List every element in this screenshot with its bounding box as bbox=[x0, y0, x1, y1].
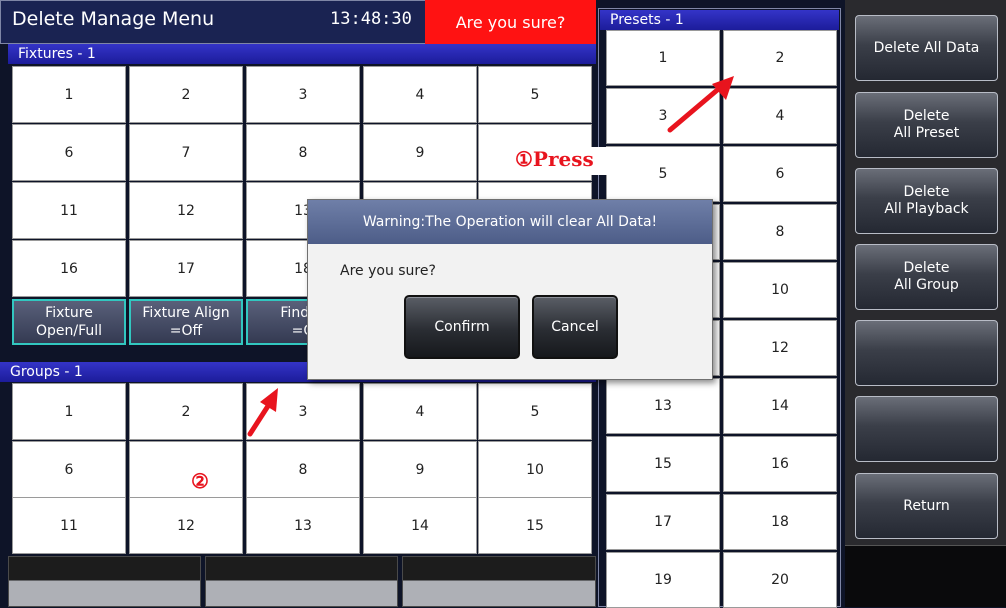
presets-header: Presets - 1 bbox=[600, 10, 839, 30]
fixture-cell-17[interactable]: 17 bbox=[129, 240, 243, 297]
preset-cell-2[interactable]: 2 bbox=[723, 30, 837, 86]
group-cell-10[interactable]: 10 bbox=[478, 441, 592, 498]
preset-cell-16[interactable]: 16 bbox=[723, 436, 837, 492]
arrow-to-group-3 bbox=[247, 388, 278, 437]
group-cell-15[interactable]: 15 bbox=[478, 497, 592, 554]
bottom-tab[interactable] bbox=[402, 556, 596, 607]
preset-cell-4[interactable]: 4 bbox=[723, 88, 837, 144]
fixture-cell-8[interactable]: 8 bbox=[246, 124, 360, 181]
group-cell-1[interactable]: 1 bbox=[12, 383, 126, 440]
preset-cell-8[interactable]: 8 bbox=[723, 204, 837, 260]
fixture-cell-12[interactable]: 12 bbox=[129, 182, 243, 239]
delete-all-data-button[interactable]: Delete All Data bbox=[855, 15, 998, 81]
arrow-to-preset-2 bbox=[667, 76, 734, 133]
delete-all-group-button[interactable]: Delete All Group bbox=[855, 244, 998, 310]
cancel-button[interactable]: Cancel bbox=[532, 295, 618, 359]
preset-cell-18[interactable]: 18 bbox=[723, 494, 837, 550]
group-cell-14[interactable]: 14 bbox=[363, 497, 477, 554]
preset-cell-14[interactable]: 14 bbox=[723, 378, 837, 434]
preset-cell-13[interactable]: 13 bbox=[606, 378, 720, 434]
preset-cell-12[interactable]: 12 bbox=[723, 320, 837, 376]
fixture-cell-2[interactable]: 2 bbox=[129, 66, 243, 123]
preset-cell-10[interactable]: 10 bbox=[723, 262, 837, 318]
fixture-cell-6[interactable]: 6 bbox=[12, 124, 126, 181]
group-cell-6[interactable]: 6 bbox=[12, 441, 126, 498]
delete-all-playback-button[interactable]: Delete All Playback bbox=[855, 168, 998, 234]
group-cell-12[interactable]: 12 bbox=[129, 497, 243, 554]
dialog-title: Warning:The Operation will clear All Dat… bbox=[308, 200, 712, 244]
group-cell-5[interactable]: 5 bbox=[478, 383, 592, 440]
group-cell-4[interactable]: 4 bbox=[363, 383, 477, 440]
group-cell-13[interactable]: 13 bbox=[246, 497, 360, 554]
fixture-cell-16[interactable]: 16 bbox=[12, 240, 126, 297]
step2-text: ② bbox=[191, 470, 209, 493]
group-cell-9[interactable]: 9 bbox=[363, 441, 477, 498]
group-cell-11[interactable]: 11 bbox=[12, 497, 126, 554]
bottom-tab[interactable] bbox=[8, 556, 201, 607]
fixtures-header: Fixtures - 1 bbox=[8, 44, 596, 64]
delete-all-preset-button[interactable]: Delete All Preset bbox=[855, 92, 998, 158]
fixture-align-button[interactable]: Fixture Align =Off bbox=[129, 299, 243, 345]
alert-status: Are you sure? bbox=[425, 0, 596, 44]
page-title: Delete Manage Menu bbox=[12, 8, 215, 30]
dialog-message: Are you sure? bbox=[340, 263, 436, 279]
group-cell-2[interactable]: 2 bbox=[129, 383, 243, 440]
bottom-tab[interactable] bbox=[205, 556, 398, 607]
fixture-cell-5[interactable]: 5 bbox=[478, 66, 592, 123]
warning-dialog: Warning:The Operation will clear All Dat… bbox=[307, 199, 713, 380]
preset-cell-15[interactable]: 15 bbox=[606, 436, 720, 492]
fixture-cell-1[interactable]: 1 bbox=[12, 66, 126, 123]
blank-button-5[interactable] bbox=[855, 320, 998, 386]
side-panel-footer bbox=[845, 545, 1006, 607]
confirm-button[interactable]: Confirm bbox=[404, 295, 520, 359]
step1-label: ①Press bbox=[505, 147, 617, 175]
clock: 13:48:30 bbox=[330, 9, 412, 29]
preset-cell-6[interactable]: 6 bbox=[723, 146, 837, 202]
preset-cell-5[interactable]: 5 bbox=[606, 146, 720, 202]
blank-button-6[interactable] bbox=[855, 396, 998, 462]
step1-text: ①Press bbox=[515, 147, 594, 171]
return-button[interactable]: Return bbox=[855, 473, 998, 539]
fixture-cell-9[interactable]: 9 bbox=[363, 124, 477, 181]
step2-label: ② bbox=[171, 470, 227, 494]
fixture-cell-7[interactable]: 7 bbox=[129, 124, 243, 181]
group-cell-8[interactable]: 8 bbox=[246, 441, 360, 498]
preset-cell-20[interactable]: 20 bbox=[723, 552, 837, 608]
fixture-cell-3[interactable]: 3 bbox=[246, 66, 360, 123]
preset-cell-19[interactable]: 19 bbox=[606, 552, 720, 608]
fixture-cell-11[interactable]: 11 bbox=[12, 182, 126, 239]
fixture-cell-4[interactable]: 4 bbox=[363, 66, 477, 123]
fixture-open-full-button[interactable]: Fixture Open/Full bbox=[12, 299, 126, 345]
preset-cell-17[interactable]: 17 bbox=[606, 494, 720, 550]
